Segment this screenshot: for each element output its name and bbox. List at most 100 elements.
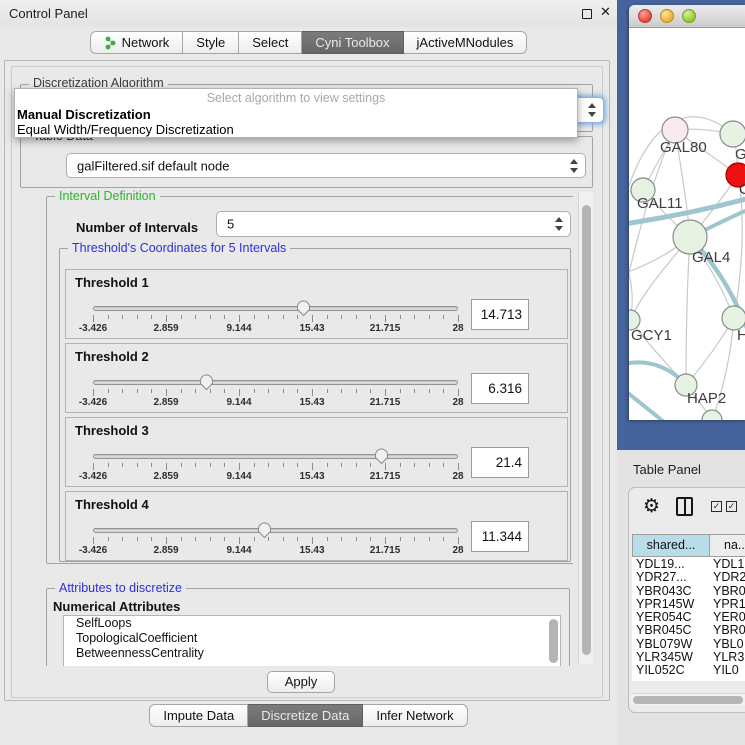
interval-definition-group: Interval Definition Number of Intervals … [46,196,573,564]
network-node-label: GA [735,146,745,163]
discretization-algorithm-group-title: Discretization Algorithm [29,76,168,87]
threshold-value-field[interactable]: 11.344 [471,521,529,552]
list-item[interactable]: SelfLoops [64,616,560,631]
apply-button[interactable]: Apply [267,671,335,693]
slider-tick [195,315,196,319]
table-data-group: Table Data galFiltered.sif default node [20,136,593,188]
checkbox-icon[interactable]: ✓ [726,501,737,512]
network-node-label: HAP2 [687,390,726,407]
right-region: GAL80GACGAL11GAL4GCY1HHAP2 Table Panel ⚙… [617,0,745,745]
network-graph: GAL80GACGAL11GAL4GCY1HHAP2 [629,28,745,420]
network-edge [686,237,690,385]
table-row[interactable]: YER054CYER0 [632,610,745,623]
table-row[interactable]: YDR27...YDR2 [632,570,745,583]
algorithm-option[interactable]: Manual Discretization [17,107,151,122]
tab-style[interactable]: Style [183,31,239,54]
table-row[interactable]: YBR043CYBR0 [632,584,745,597]
threshold-box: Threshold 4-3.4262.8599.14415.4321.71528… [65,491,568,561]
slider-thumb[interactable] [257,521,272,539]
network-window[interactable]: GAL80GACGAL11GAL4GCY1HHAP2 [629,5,745,420]
table-cell: YBL0 [713,637,744,651]
main-scrollbar[interactable] [578,192,593,664]
tab-discretize-data[interactable]: Discretize Data [248,704,363,727]
slider-tick [181,389,182,393]
column-header-shared-name[interactable]: shared... [632,534,710,557]
numerical-attributes-list[interactable]: SelfLoopsTopologicalCoefficientBetweenne… [63,615,561,666]
float-window-icon[interactable] [582,9,592,19]
slider-tick [327,315,328,319]
tab-infer-network[interactable]: Infer Network [363,704,467,727]
slider-tick [254,389,255,393]
list-item[interactable]: BetweennessCentrality [64,646,560,661]
split-view-icon[interactable] [676,497,693,516]
slider-tick-label: 9.144 [217,545,261,556]
tab-label: Select [252,32,288,53]
slider-thumb[interactable] [374,447,389,465]
checkbox-icon[interactable]: ✓ [711,501,722,512]
table-cell: YDR2 [713,570,745,584]
tab-impute-data[interactable]: Impute Data [149,704,248,727]
table-row[interactable]: YBR045CYBR0 [632,623,745,636]
gear-icon[interactable]: ⚙ [643,495,660,518]
list-scrollbar[interactable] [549,619,558,663]
slider-tick [254,315,255,319]
slider-tick [151,537,152,541]
slider-tick [414,537,415,541]
slider-track[interactable] [93,380,458,385]
table-data-combobox[interactable]: galFiltered.sif default node [66,153,586,178]
tab-cyni-toolbox[interactable]: Cyni Toolbox [302,31,403,54]
slider-tick [122,463,123,467]
tab-select[interactable]: Select [239,31,302,54]
network-node-green[interactable] [702,410,722,420]
table-row[interactable]: YBL079WYBL0 [632,637,745,650]
slider-tick-label: 15.43 [290,545,334,556]
column-header-name[interactable]: na... [710,534,745,557]
algorithm-dropdown-popup: Select algorithm to view settings Manual… [14,88,578,138]
table-row[interactable]: YPR145WYPR1 [632,597,745,610]
slider-thumb[interactable] [199,373,214,391]
slider-track[interactable] [93,454,458,459]
close-traffic-light[interactable] [638,9,652,23]
table-row[interactable]: YDL19...YDL1 [632,557,745,570]
close-icon[interactable]: ✕ [600,4,611,20]
table-cell: YLR3 [713,650,744,664]
table-row[interactable]: YIL052CYIL0 [632,663,745,676]
slider-tick [137,537,138,541]
slider-tick [93,463,94,470]
number-of-intervals-combobox[interactable]: 5 [216,211,571,237]
table-horizontal-scrollbar[interactable] [631,693,745,705]
scrollbar-thumb[interactable] [633,696,743,704]
network-canvas[interactable]: GAL80GACGAL11GAL4GCY1HHAP2 [629,28,745,420]
slider-tick [151,389,152,393]
slider-tick [458,315,459,322]
slider-tick [327,389,328,393]
slider-tick [108,537,109,541]
zoom-traffic-light[interactable] [682,9,696,23]
tab-label: Style [196,32,225,53]
scrollbar-thumb[interactable] [582,205,591,655]
tab-jactivemnodules[interactable]: jActiveMNodules [404,31,528,54]
tab-network[interactable]: Network [90,31,184,54]
threshold-value-field[interactable]: 21.4 [471,447,529,478]
slider-tick [312,389,313,396]
network-icon [104,36,117,50]
threshold-value-field[interactable]: 14.713 [471,299,529,330]
thresholds-coordinates-group: Threshold's Coordinates for 5 Intervals … [59,248,571,562]
numerical-attributes-label: Numerical Attributes [53,599,180,614]
slider-track[interactable] [93,306,458,311]
algorithm-option[interactable]: Equal Width/Frequency Discretization [17,122,234,137]
slider-tick [341,463,342,467]
network-window-titlebar[interactable] [629,5,745,28]
network-node-green[interactable] [720,121,745,147]
threshold-value-field[interactable]: 6.316 [471,373,529,404]
table-cell: YBR0 [713,584,745,598]
slider-thumb[interactable] [296,299,311,317]
slider-tick [195,537,196,541]
slider-track[interactable] [93,528,458,533]
table-row[interactable]: YLR345WYLR3 [632,650,745,663]
minimize-traffic-light[interactable] [660,9,674,23]
slider-tick [268,463,269,467]
slider-tick [268,389,269,393]
slider-tick-label: 2.859 [144,397,188,408]
list-item[interactable]: TopologicalCoefficient [64,631,560,646]
